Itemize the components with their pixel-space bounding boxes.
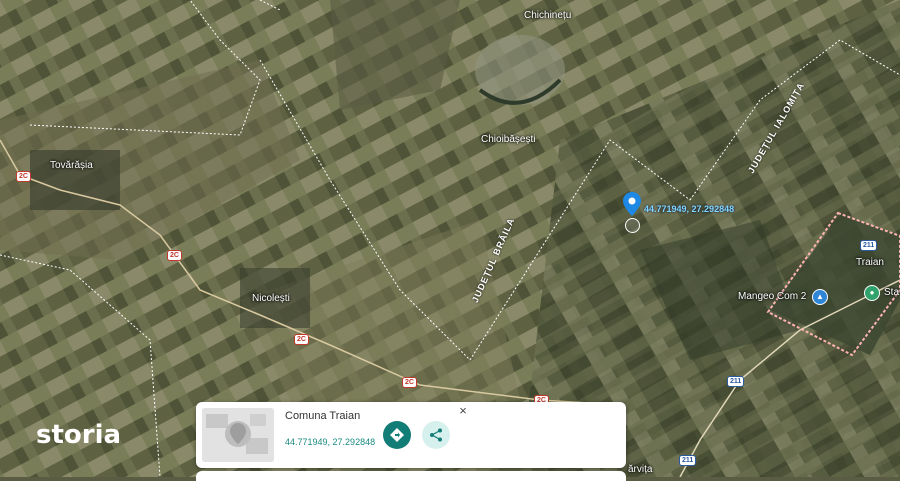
road-shield-211: 211: [679, 455, 697, 466]
poi-pin-icon[interactable]: ●: [864, 285, 880, 301]
share-button[interactable]: [422, 421, 450, 449]
place-label-traian: Traian: [856, 257, 884, 268]
marker-coords-label: 44.771949, 27.292848: [644, 204, 735, 214]
road-shield-211: 211: [727, 376, 745, 387]
storia-logo: storia: [36, 420, 122, 450]
place-label-mangeo: Mangeo Com 2: [738, 291, 807, 302]
road-shield-2c: 2C: [402, 377, 417, 388]
card-title: Comuna Traian: [285, 410, 361, 422]
facility-chichinetu: [475, 35, 565, 105]
share-icon: [430, 428, 442, 442]
location-thumbnail[interactable]: [202, 408, 274, 462]
place-label-chichinetu: Chichinețu: [524, 10, 572, 21]
road-shield-2c: 2C: [294, 334, 309, 345]
directions-button[interactable]: [383, 421, 411, 449]
place-label-chioibasesti: Chioibășești: [481, 134, 536, 145]
card-coords: 44.771949, 27.292848: [285, 437, 376, 447]
pin-outline-icon: [625, 218, 640, 233]
place-label-tovarasia: Tovărășia: [50, 160, 93, 171]
location-marker-icon[interactable]: [623, 192, 641, 216]
place-label-sta: Sta: [884, 287, 900, 298]
directions-icon: [390, 428, 404, 442]
road-shield-2c: 2C: [16, 171, 31, 182]
road-shield-2c: 2C: [167, 250, 182, 261]
location-info-card: Comuna Traian 44.771949, 27.292848 ×: [196, 402, 626, 468]
poi-lock-icon[interactable]: ▲: [812, 289, 828, 305]
place-label-bottom: ărvița: [628, 464, 653, 475]
place-label-nicolesti: Nicolești: [252, 293, 290, 304]
secondary-card-edge: [196, 471, 626, 481]
road-shield-211: 211: [860, 240, 878, 251]
close-button[interactable]: ×: [456, 404, 470, 418]
